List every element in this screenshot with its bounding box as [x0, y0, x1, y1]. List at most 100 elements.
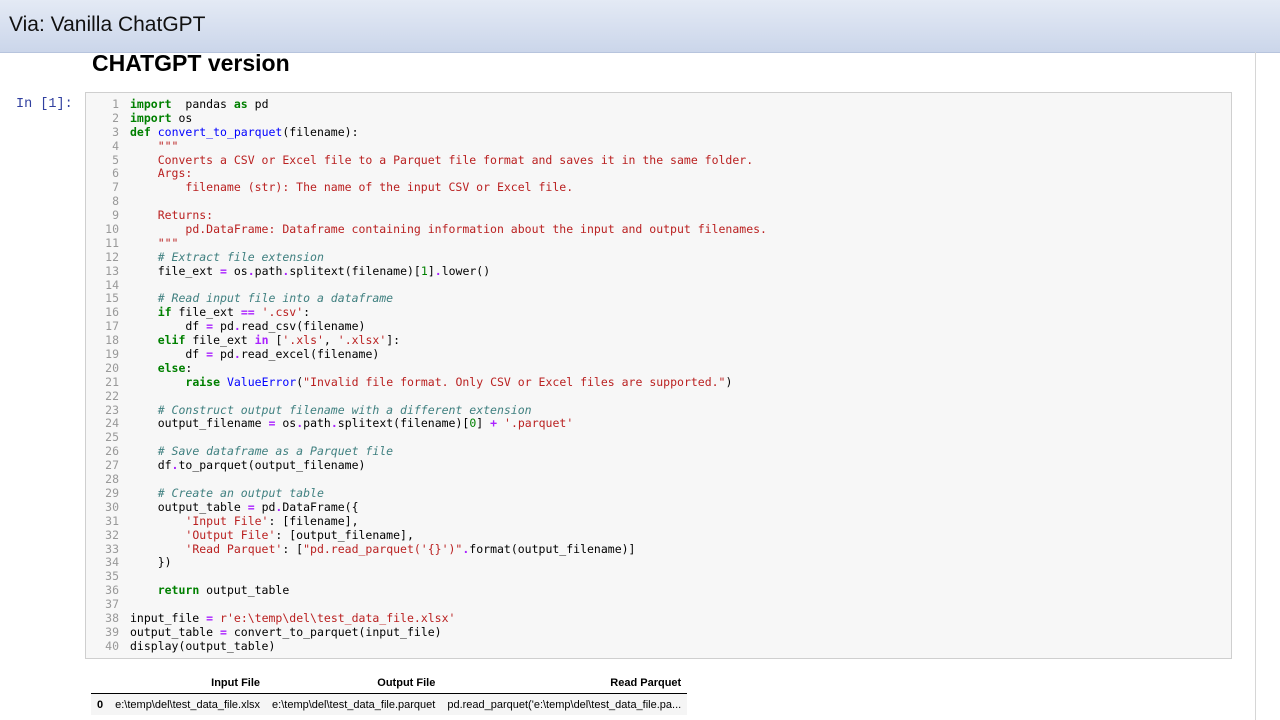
code-token: '.parquet' — [504, 416, 574, 431]
code-token: . — [233, 347, 241, 362]
line-number: 8 — [112, 194, 119, 209]
code-line: df = pd.read_excel(filename) — [130, 347, 767, 362]
code-token: if — [157, 305, 172, 320]
code-token: else — [157, 360, 186, 375]
line-number: 17 — [105, 319, 119, 334]
code-token: Args: — [157, 166, 193, 181]
output-dataframe: Input File Output File Read Parquet 0 e:… — [91, 675, 688, 715]
code-token: : [output_filename], — [275, 527, 414, 542]
line-number: 39 — [105, 624, 119, 639]
code-editor[interactable]: import pandas as pd import os def convert_… — [130, 97, 767, 654]
line-number: 11 — [105, 235, 119, 250]
code-token: as — [233, 97, 248, 111]
code-line: import pandas as pd — [130, 97, 767, 112]
code-token: ] — [427, 263, 435, 278]
code-line: """ — [130, 138, 767, 154]
code-token: """ — [157, 138, 179, 153]
line-number: 30 — [105, 499, 119, 514]
code-token: def — [130, 124, 151, 139]
code-token: . — [434, 263, 442, 278]
dataframe-index-header — [91, 675, 109, 694]
code-line: Converts a CSV or Excel file to a Parque… — [130, 152, 767, 168]
line-number: 29 — [105, 485, 119, 500]
code-token: output_filename — [130, 416, 269, 431]
line-number: 5 — [112, 152, 119, 167]
code-line: else: — [130, 360, 767, 376]
code-line: display(output_table) — [130, 639, 767, 654]
code-line: 'Output File': [output_filename], — [130, 527, 767, 543]
line-number: 27 — [105, 458, 119, 473]
code-cell[interactable]: 1 2 3 4 5 6 7 8 9 10 11 12 13 14 15 16 17 18 19 20 21 22 23 24 2… — [85, 92, 1232, 659]
code-token: : [filename], — [268, 513, 359, 528]
code-line: output_table = pd.DataFrame({ — [130, 500, 767, 515]
dataframe-row-index: 0 — [97, 699, 104, 711]
code-token: os — [226, 263, 248, 278]
code-token: convert_to_parquet — [157, 124, 283, 139]
code-token: : — [185, 360, 193, 375]
code-token: : [ — [282, 541, 304, 556]
line-number: 10 — [105, 222, 119, 237]
code-token: Converts a CSV or Excel file to a Parque… — [157, 152, 754, 167]
code-line: # Extract file extension — [130, 250, 767, 265]
code-token: df — [130, 347, 207, 362]
code-token: """ — [157, 235, 179, 250]
code-token: # Construct output filename with a diffe… — [157, 402, 532, 417]
code-token: pd — [247, 97, 269, 111]
code-token: ] — [476, 416, 491, 431]
code-token: "Invalid file format. Only CSV or Excel … — [303, 374, 726, 389]
line-number: 15 — [105, 291, 119, 306]
code-token: file_ext — [171, 305, 241, 320]
line-number: 12 — [105, 249, 119, 264]
code-token: file_ext — [185, 333, 255, 348]
code-line: """ — [130, 235, 767, 251]
code-token: # Save dataframe as a Parquet file — [157, 444, 394, 459]
code-token: import — [130, 110, 172, 125]
code-line: raise ValueError("Invalid file format. O… — [130, 374, 767, 390]
line-number: 33 — [105, 541, 119, 556]
dataframe-cell-read-parquet: pd.read_parquet('e:\temp\del\test_data_f… — [447, 699, 682, 711]
code-line: 'Read Parquet': ["pd.read_parquet('{}')"… — [130, 541, 767, 557]
line-number: 32 — [105, 527, 119, 542]
code-token: . — [247, 263, 255, 278]
line-number: 23 — [105, 402, 119, 417]
code-token: ) — [725, 374, 733, 389]
code-token: splitext(filename)[ — [289, 263, 421, 278]
code-token: ValueError — [226, 374, 297, 389]
line-number: 37 — [105, 597, 119, 612]
input-prompt: In [1]: — [16, 97, 73, 112]
line-number: 9 — [112, 208, 119, 223]
line-number-gutter: 1 2 3 4 5 6 7 8 9 10 11 12 13 14 15 16 17 18 19 20 21 22 23 24 2… — [86, 97, 119, 654]
table-row: 0 e:\temp\del\test_data_file.xlsx e:\tem… — [91, 693, 688, 715]
code-token: input_file — [130, 610, 207, 625]
code-token: [ — [268, 333, 283, 348]
line-number: 24 — [105, 416, 119, 431]
code-token: . — [233, 319, 241, 334]
code-token: 'Input File' — [185, 513, 269, 528]
notebook-heading: CHATGPT version — [92, 50, 290, 76]
line-number: 38 — [105, 610, 119, 625]
banner-title: Via: Vanilla ChatGPT — [9, 13, 206, 36]
line-number: 28 — [105, 472, 119, 487]
code-line: df = pd.read_csv(filename) — [130, 319, 767, 334]
code-token: = — [220, 263, 227, 278]
code-token: 'Read Parquet' — [185, 541, 283, 556]
code-line: # Read input file into a dataframe — [130, 292, 767, 306]
code-token: df — [130, 319, 207, 334]
line-number: 7 — [112, 180, 119, 195]
code-token: , — [323, 333, 338, 348]
code-token: (filename): — [282, 124, 359, 139]
